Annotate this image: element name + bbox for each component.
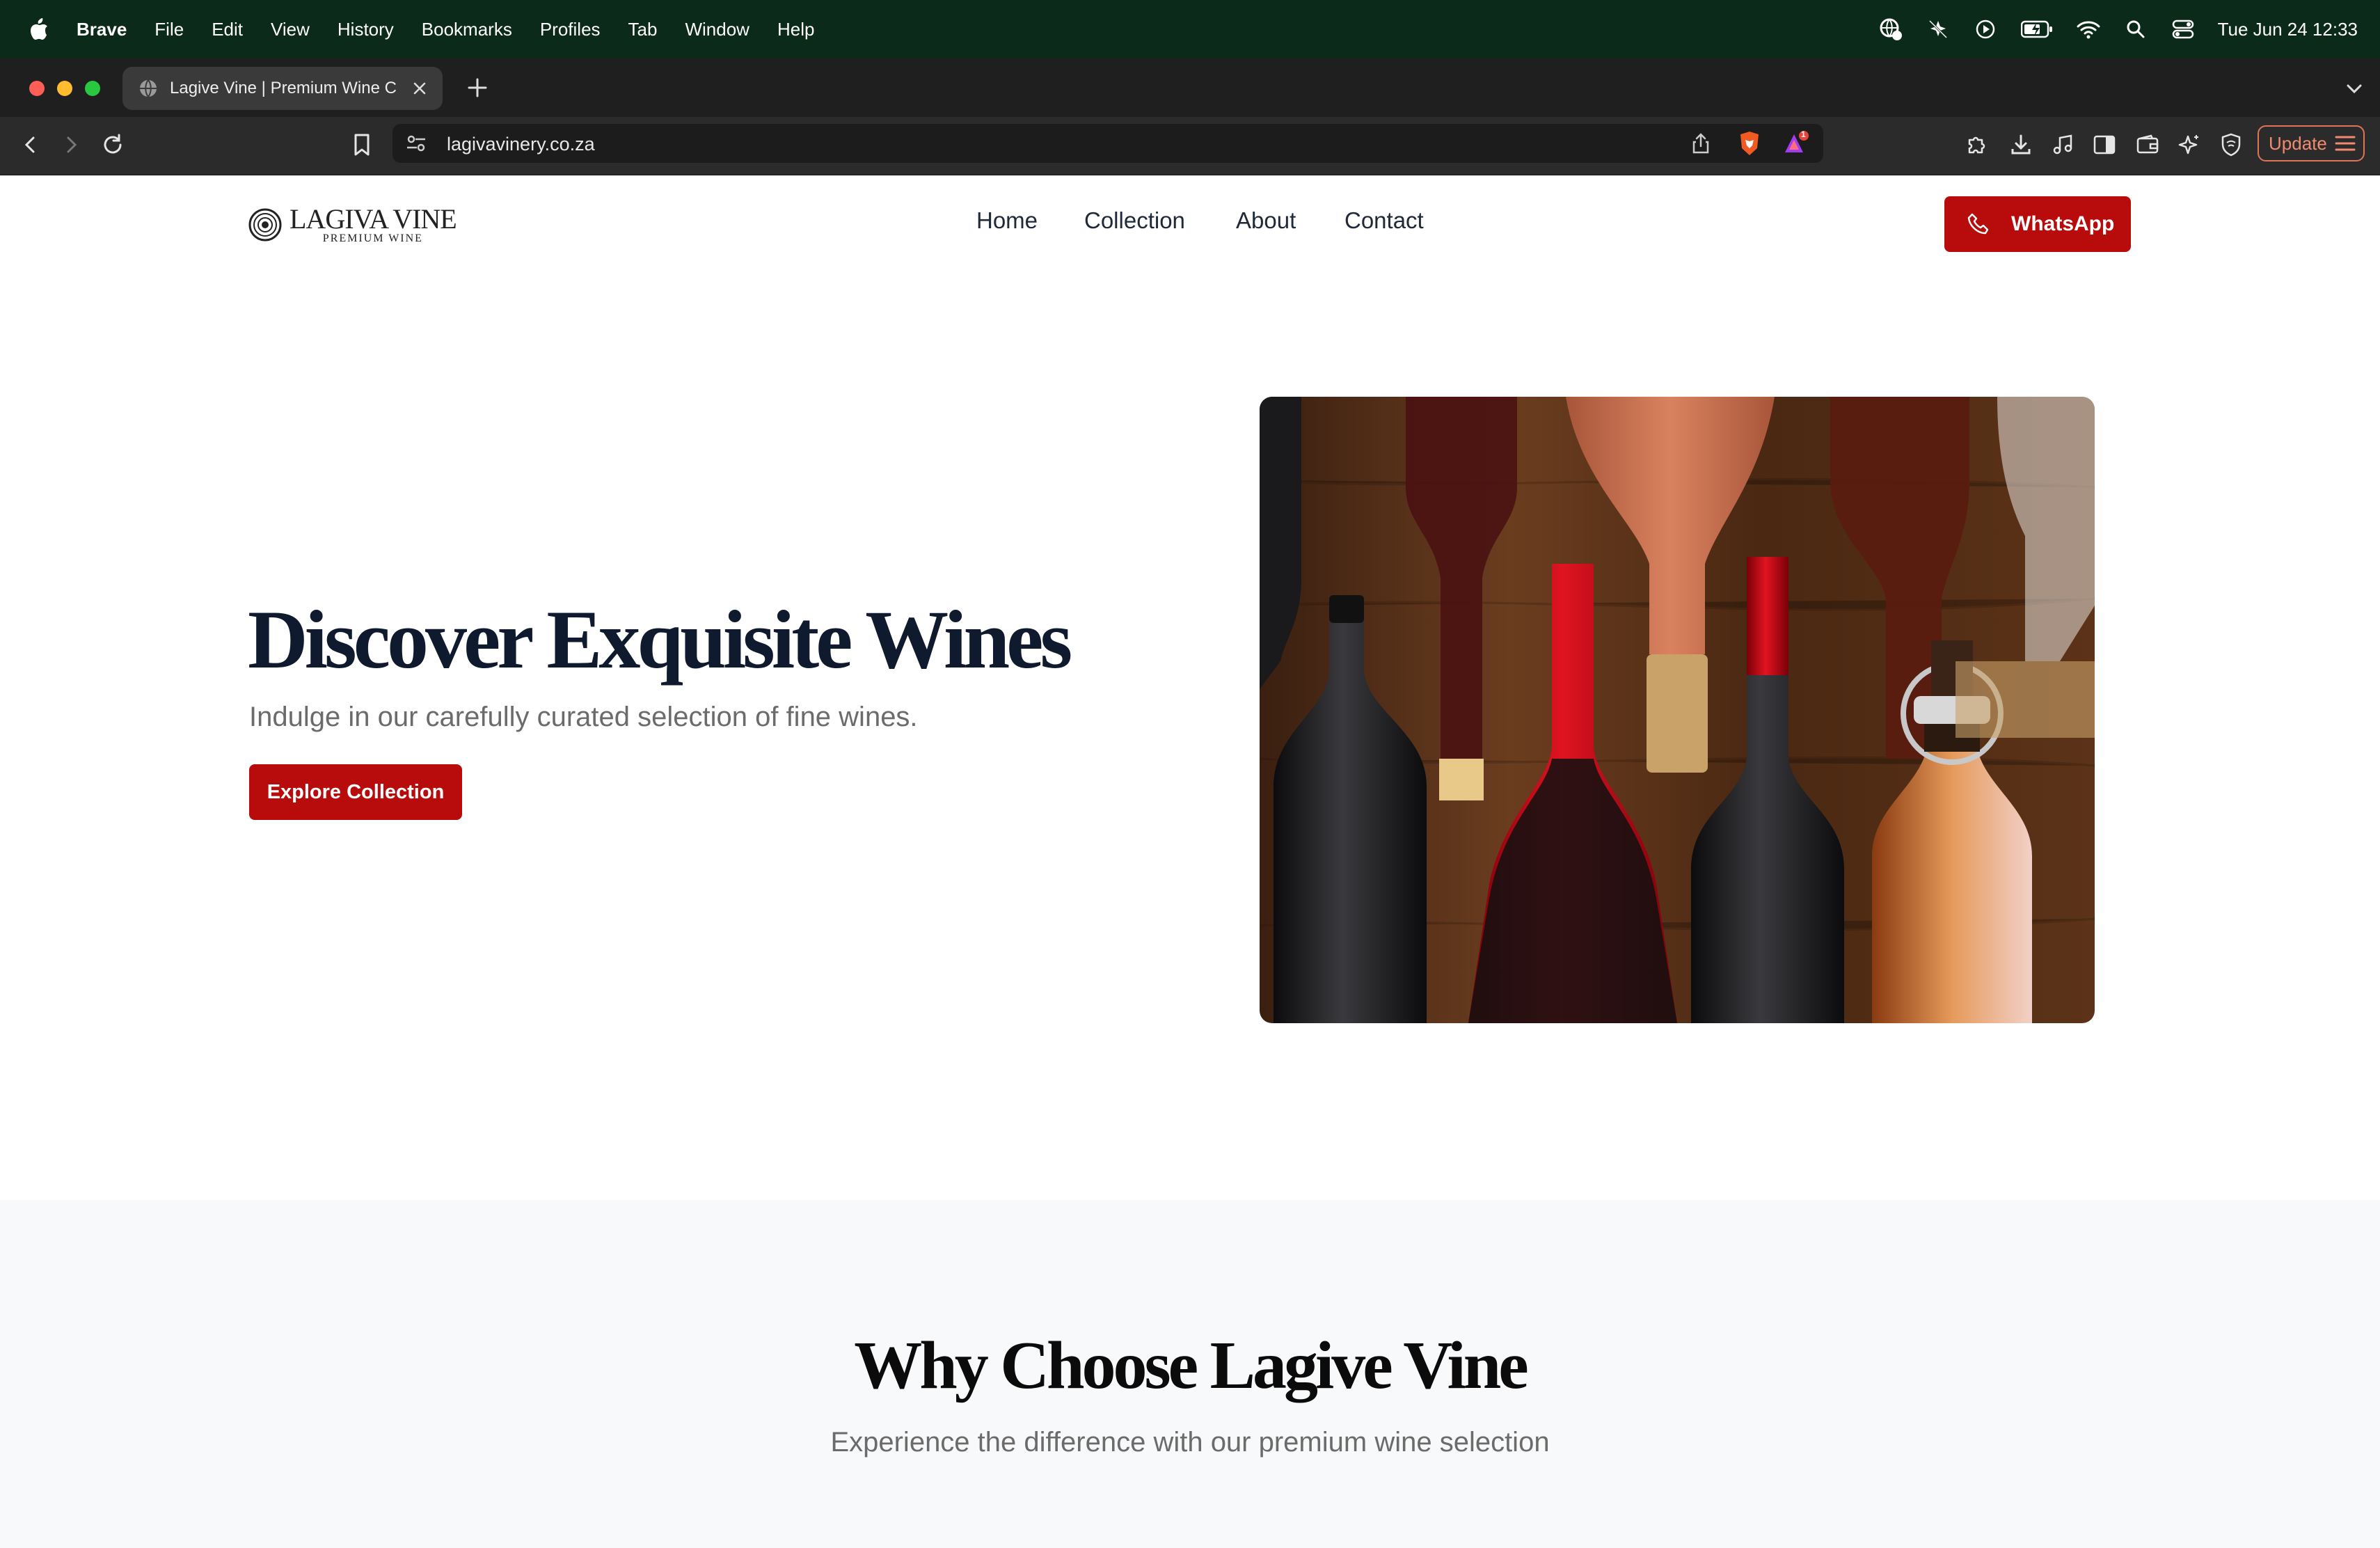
nav-contact[interactable]: Contact [1344, 207, 1424, 234]
url-text[interactable]: lagivavinery.co.za [447, 134, 595, 155]
media-play-icon[interactable] [1973, 17, 1998, 42]
bookmark-icon[interactable] [348, 131, 376, 159]
menu-tab[interactable]: Tab [628, 19, 658, 40]
share-icon[interactable] [1687, 129, 1715, 157]
sidebar-toggle-icon[interactable] [2091, 131, 2118, 159]
site-settings-icon[interactable] [402, 129, 430, 157]
tab-title: Lagive Vine | Premium Wine C [170, 79, 397, 97]
window-close-icon[interactable] [29, 81, 45, 96]
whatsapp-label: WhatsApp [2011, 212, 2115, 235]
apple-logo-icon[interactable] [25, 15, 53, 43]
reload-icon[interactable] [99, 131, 127, 159]
menu-bookmarks[interactable]: Bookmarks [422, 19, 512, 40]
status-area: Tue Jun 24 12:33 [1878, 0, 2380, 58]
new-tab-plus-icon[interactable] [465, 75, 490, 100]
window-minimize-icon[interactable] [57, 81, 72, 96]
menu-clock[interactable]: Tue Jun 24 12:33 [2218, 19, 2358, 40]
whatsapp-button[interactable]: WhatsApp [1944, 196, 2131, 252]
downloads-icon[interactable] [2007, 131, 2035, 159]
window-zoom-icon[interactable] [85, 81, 100, 96]
why-title: Why Choose Lagive Vine [854, 1328, 1529, 1403]
leo-ai-sparkle-icon[interactable] [2175, 131, 2203, 159]
why-subtitle: Experience the difference with our premi… [830, 1427, 1550, 1458]
tab-list-chevron-icon[interactable] [2344, 78, 2365, 99]
nav-home[interactable]: Home [976, 207, 1038, 234]
control-center-icon[interactable] [2171, 17, 2196, 42]
menu-help[interactable]: Help [777, 19, 814, 40]
tab-close-icon[interactable] [409, 78, 430, 99]
extensions-puzzle-icon[interactable] [1964, 131, 1992, 159]
brave-rewards-icon[interactable]: 1 [1783, 129, 1811, 157]
hamburger-menu-icon[interactable] [2334, 134, 2356, 152]
phone-icon [1967, 212, 1990, 236]
spotlight-search-icon[interactable] [2123, 17, 2148, 42]
address-bar[interactable]: lagivavinery.co.za 1 [392, 124, 1823, 163]
hero-wine-bottles-image [1260, 397, 2095, 1023]
update-button[interactable]: Update [2258, 125, 2365, 161]
vpn-globe-icon[interactable] [1878, 17, 1903, 42]
logo-brand-text: LAGIVA VINE [289, 203, 457, 235]
media-music-icon[interactable] [2049, 131, 2077, 159]
logo-tagline: PREMIUM WINE [322, 232, 423, 244]
menu-file[interactable]: File [154, 19, 184, 40]
menu-history[interactable]: History [338, 19, 394, 40]
wallet-icon[interactable] [2134, 131, 2161, 159]
nav-about[interactable]: About [1236, 207, 1296, 234]
back-arrow-icon[interactable] [17, 131, 45, 159]
focus-mode-icon[interactable] [1926, 17, 1951, 42]
site-logo[interactable]: LAGIVA VINE PREMIUM WINE [248, 205, 470, 245]
menu-edit[interactable]: Edit [212, 19, 243, 40]
hero-subtitle: Indulge in our carefully curated selecti… [249, 702, 918, 732]
site-favicon-icon [138, 78, 159, 99]
battery-icon[interactable] [2020, 17, 2054, 42]
macos-menu-bar: Brave File Edit View History Bookmarks P… [0, 0, 2380, 58]
menu-profiles[interactable]: Profiles [540, 19, 601, 40]
update-label: Update [2269, 132, 2327, 154]
explore-collection-button[interactable]: Explore Collection [249, 764, 462, 820]
logo-mark-icon [248, 207, 283, 242]
hero-title: Discover Exquisite Wines [248, 593, 1072, 686]
nav-collection[interactable]: Collection [1084, 207, 1185, 234]
menu-window[interactable]: Window [685, 19, 749, 40]
menu-view[interactable]: View [271, 19, 310, 40]
menu-app-name[interactable]: Brave [77, 19, 127, 40]
browser-tab-active[interactable]: Lagive Vine | Premium Wine C [122, 67, 443, 110]
brave-shields-icon[interactable] [1736, 129, 1763, 157]
forward-arrow-icon[interactable] [57, 131, 85, 159]
vpn-shield-icon[interactable] [2217, 131, 2245, 159]
rewards-badge: 1 [1801, 129, 1806, 139]
wifi-icon[interactable] [2076, 17, 2101, 42]
